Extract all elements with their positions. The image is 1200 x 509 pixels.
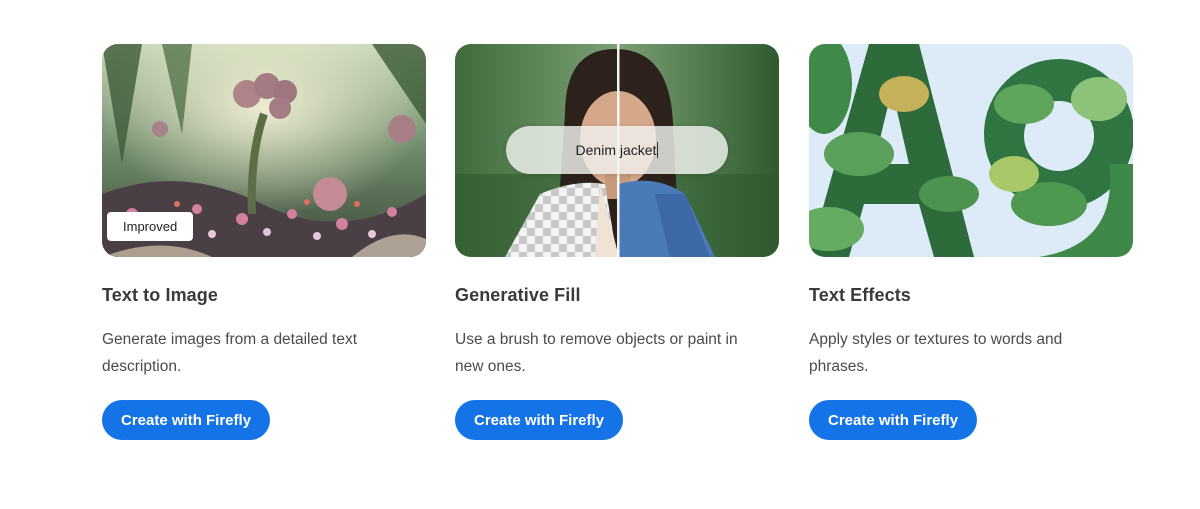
feature-card-text-to-image: Improved Text to Image Generate images f… (102, 44, 426, 440)
card-title: Text to Image (102, 285, 218, 305)
feature-card-text-effects: Text Effects Apply styles or textures to… (809, 44, 1133, 440)
text-effects-thumbnail[interactable] (809, 44, 1133, 257)
prompt-input[interactable]: Denim jacket (506, 126, 728, 174)
text-to-image-thumbnail[interactable]: Improved (102, 44, 426, 257)
text-cursor (657, 142, 659, 158)
feature-card-generative-fill: Denim jacket Generative Fill Use a brush… (455, 44, 779, 440)
improved-badge: Improved (107, 212, 194, 241)
card-description: Generate images from a detailed text des… (102, 331, 358, 375)
create-with-firefly-button[interactable]: Create with Firefly (809, 400, 978, 440)
create-with-firefly-button[interactable]: Create with Firefly (455, 400, 624, 440)
card-title: Text Effects (809, 285, 911, 305)
card-description: Apply styles or textures to words and ph… (809, 331, 1063, 375)
card-description: Use a brush to remove objects or paint i… (455, 331, 738, 375)
create-with-firefly-button[interactable]: Create with Firefly (102, 400, 271, 440)
leafy-letters-image (809, 44, 1133, 257)
card-title: Generative Fill (455, 285, 581, 305)
generative-fill-thumbnail[interactable]: Denim jacket (455, 44, 779, 257)
prompt-text: Denim jacket (575, 142, 657, 158)
